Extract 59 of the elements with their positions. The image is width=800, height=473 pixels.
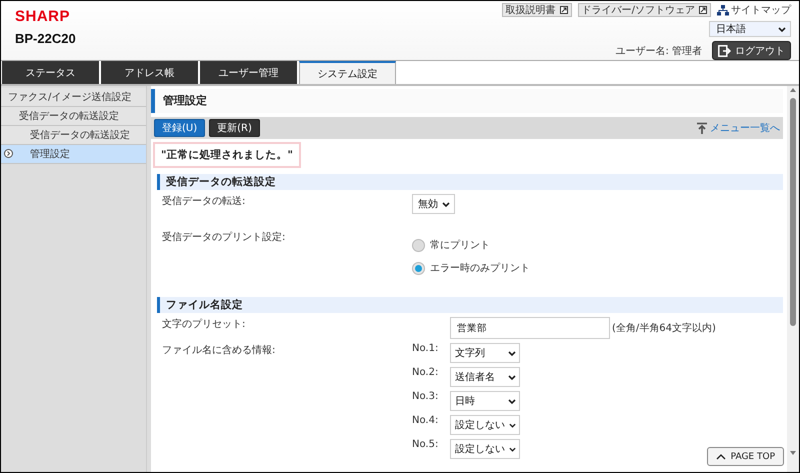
dropdown[interactable]: 設定しない bbox=[450, 439, 520, 459]
radio-button[interactable] bbox=[412, 262, 425, 274]
caret-icon bbox=[442, 200, 450, 208]
sitemap-link[interactable]: サイトマップ bbox=[717, 3, 791, 17]
model-name: BP-22C20 bbox=[15, 31, 76, 46]
radio-button[interactable] bbox=[412, 238, 425, 252]
caret-icon bbox=[778, 26, 786, 32]
section-heading: 受信データの転送設定 bbox=[157, 174, 783, 190]
caret-icon bbox=[509, 422, 516, 428]
logout-button[interactable]: ログアウト bbox=[712, 41, 791, 60]
chevron-up-icon bbox=[716, 454, 726, 460]
action-button[interactable]: 登録(U) bbox=[154, 119, 206, 137]
field-label: No.3: bbox=[412, 391, 440, 402]
page-top-button[interactable]: PAGE TOP bbox=[706, 447, 784, 466]
menu-list-link[interactable]: メニュー一覧へ bbox=[696, 121, 780, 135]
section-heading: ファイル名設定 bbox=[157, 297, 783, 313]
logout-icon bbox=[718, 44, 731, 56]
field-hint: (全角/半角64文字以内) bbox=[612, 322, 716, 335]
dropdown[interactable]: 送信者名 bbox=[450, 367, 520, 387]
radio-label: 常にプリント bbox=[430, 238, 490, 252]
caret-icon bbox=[508, 398, 516, 404]
sidebar-item[interactable]: 受信データの転送設定 bbox=[1, 107, 146, 126]
dropdown[interactable]: 日時 bbox=[450, 391, 520, 411]
dropdown[interactable]: 設定しない bbox=[450, 415, 520, 435]
nav-tab[interactable]: システム設定 bbox=[299, 61, 396, 84]
input-field[interactable]: 営業部 bbox=[450, 317, 610, 339]
caret-icon bbox=[509, 446, 516, 452]
external-link-button[interactable]: ドライバー/ソフトウェア bbox=[578, 3, 711, 17]
chevron-circle-icon bbox=[4, 149, 13, 158]
language-select[interactable]: 日本語 bbox=[709, 21, 791, 37]
field-label: No.1: bbox=[412, 343, 440, 354]
field-label: 受信データの転送: bbox=[162, 194, 246, 209]
action-button[interactable]: 更新(R) bbox=[209, 119, 260, 137]
external-link-icon bbox=[560, 6, 568, 14]
field-label: No.4: bbox=[412, 415, 440, 426]
arrow-up-icon bbox=[696, 122, 708, 134]
dropdown[interactable]: 無効 bbox=[412, 194, 455, 214]
caret-icon bbox=[508, 374, 516, 380]
external-link-icon bbox=[699, 6, 707, 14]
field-label: ファイル名に含める情報: bbox=[162, 344, 276, 358]
sidebar-item[interactable]: 受信データの転送設定 bbox=[1, 126, 146, 145]
page-title: 管理設定 bbox=[151, 89, 783, 113]
brand-logo: SHARP bbox=[15, 8, 70, 25]
field-label: No.5: bbox=[412, 439, 440, 450]
sitemap-icon bbox=[717, 4, 729, 16]
status-message: "正常に処理されました。" bbox=[153, 142, 301, 168]
nav-tab[interactable]: ステータス bbox=[2, 61, 99, 84]
user-name-label: ユーザー名: 管理者 bbox=[615, 44, 702, 58]
external-link-button[interactable]: 取扱説明書 bbox=[502, 3, 572, 17]
radio-label: エラー時のみプリント bbox=[430, 262, 530, 275]
field-label: 受信データのプリント設定: bbox=[162, 230, 286, 245]
field-label: 文字のプリセット: bbox=[162, 318, 246, 332]
caret-icon bbox=[508, 350, 516, 356]
sidebar-item[interactable]: 管理設定 bbox=[1, 145, 146, 164]
nav-tab[interactable]: ユーザー管理 bbox=[200, 61, 297, 84]
dropdown[interactable]: 文字列 bbox=[450, 343, 520, 363]
nav-tab[interactable]: アドレス帳 bbox=[101, 61, 198, 84]
field-label: No.2: bbox=[412, 367, 440, 378]
sidebar-item[interactable]: ファクス/イメージ送信設定 bbox=[1, 88, 146, 107]
